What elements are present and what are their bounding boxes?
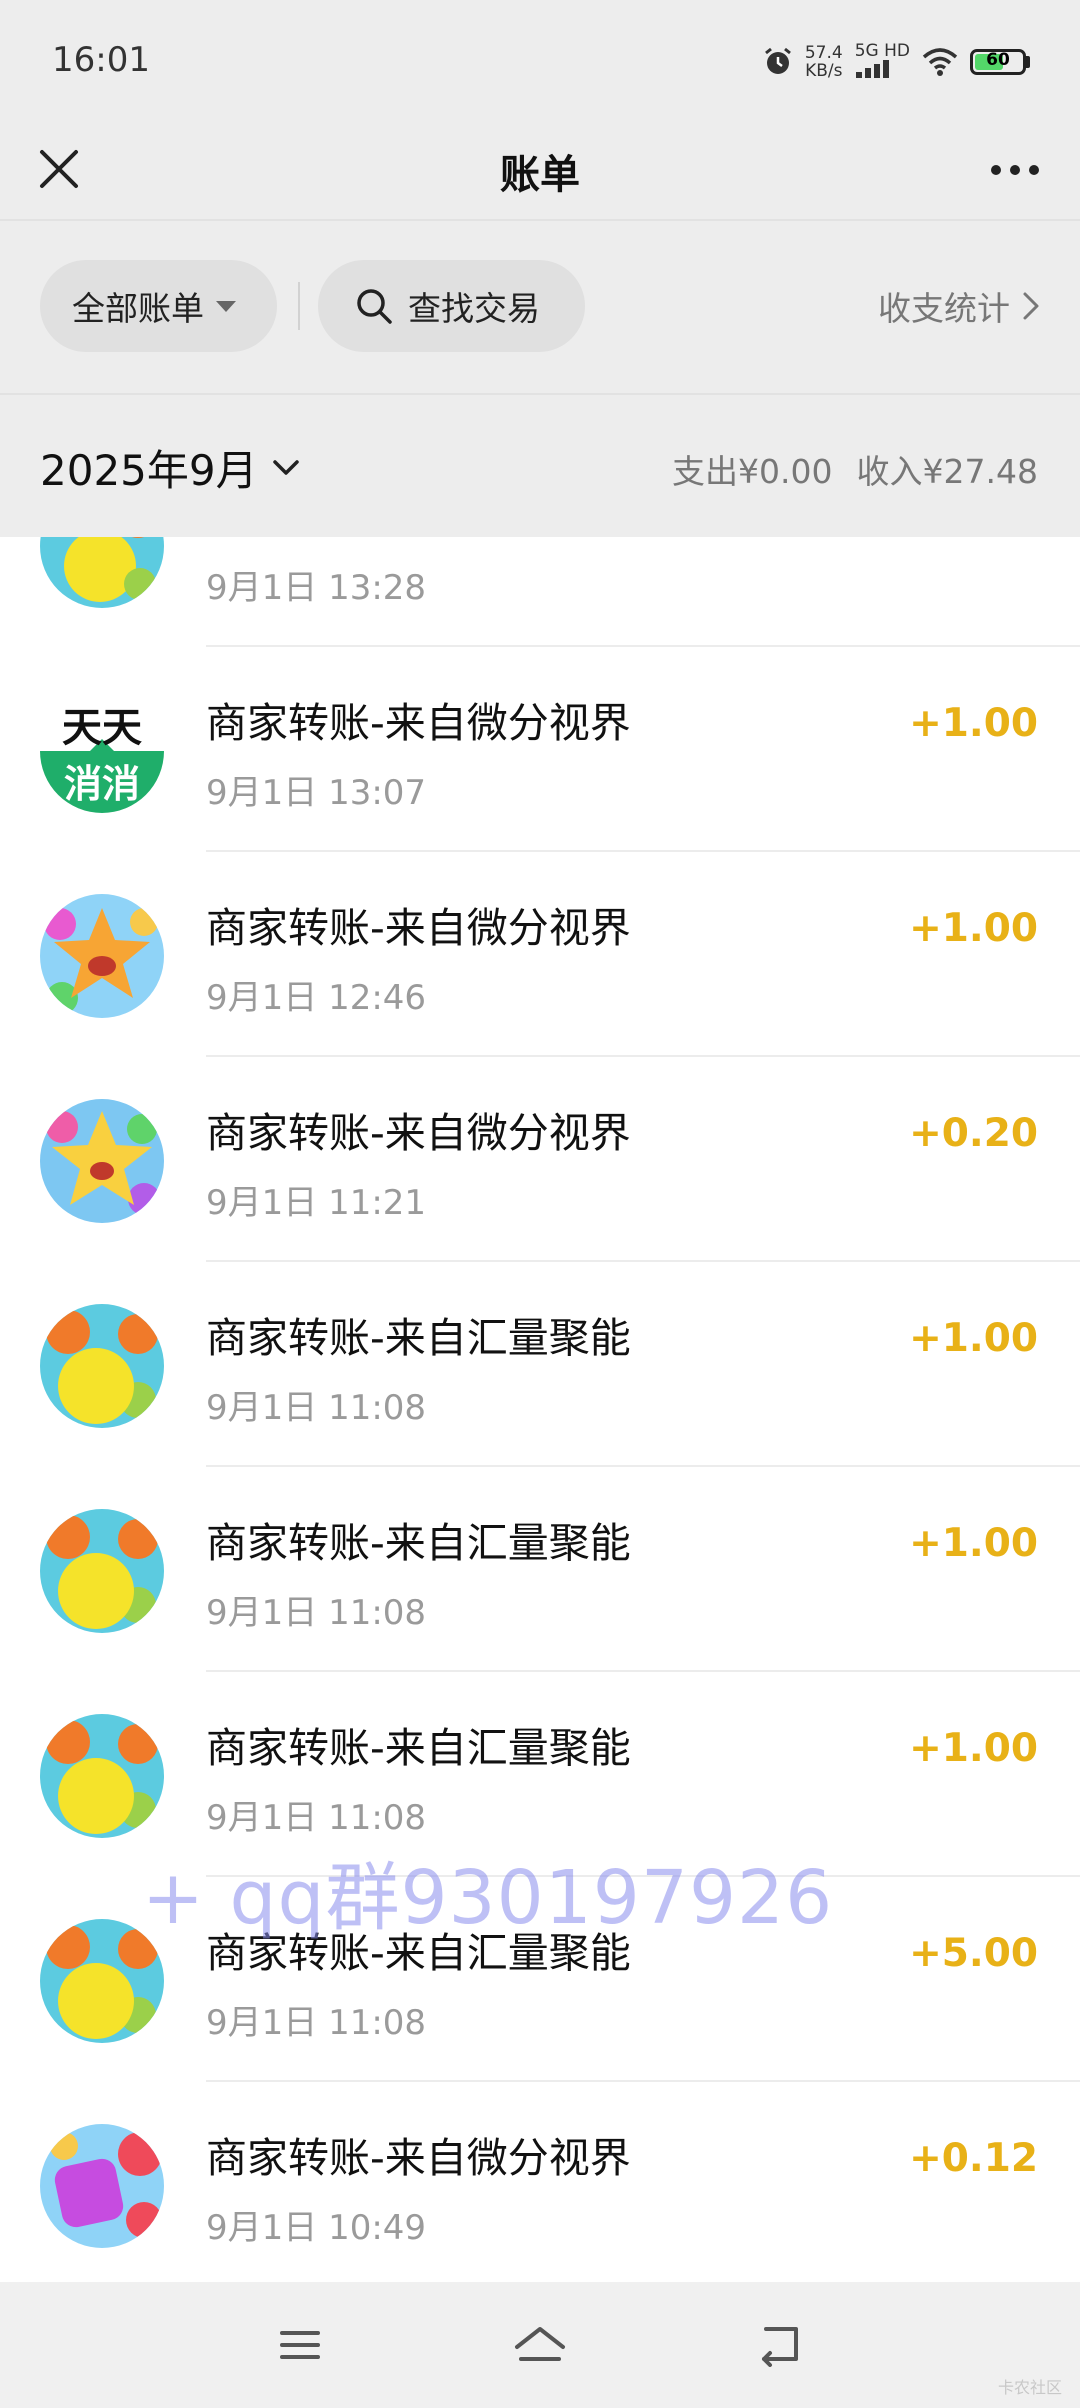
transaction-amount: +0.12 xyxy=(909,2136,1038,2181)
month-label: 2025年9月 xyxy=(40,446,258,495)
divider xyxy=(298,282,300,330)
wifi-icon xyxy=(922,48,958,76)
home-icon xyxy=(515,2327,565,2361)
transaction-title: 商家转账-来自汇量聚能 xyxy=(206,1724,631,1772)
transaction-row[interactable]: 商家转账-来自汇量聚能 9月1日 11:08 +1.00 xyxy=(0,1262,1080,1467)
battery-icon: 60 xyxy=(970,49,1030,75)
all-bills-filter-button[interactable]: 全部账单 xyxy=(40,260,277,352)
chevron-down-icon xyxy=(272,459,299,475)
transaction-time: 9月1日 11:21 xyxy=(206,1183,427,1223)
transaction-time: 9月1日 11:08 xyxy=(206,1388,427,1428)
status-bar: 16:01 57.4 KB/s 5G HD 60 xyxy=(0,0,1080,120)
transaction-time: 9月1日 11:08 xyxy=(206,1798,427,1838)
transaction-list: 9月1日 13:28 天天 消消 商家转账-来自微分视界 9月1日 13:07 … xyxy=(0,537,1080,2282)
transaction-row[interactable]: 商家转账-来自汇量聚能 9月1日 11:08 +1.00 xyxy=(0,1672,1080,1877)
star-character-icon xyxy=(40,894,164,1018)
search-icon xyxy=(357,289,392,324)
star-character-icon xyxy=(40,1099,164,1223)
transaction-title: 商家转账-来自微分视界 xyxy=(206,699,631,747)
all-bills-label: 全部账单 xyxy=(72,289,204,328)
transaction-amount: +1.00 xyxy=(909,906,1038,951)
transaction-title: 商家转账-来自微分视界 xyxy=(206,1109,631,1157)
transaction-row[interactable]: 天天 消消 商家转账-来自微分视界 9月1日 13:07 +1.00 xyxy=(0,647,1080,852)
status-time: 16:01 xyxy=(52,40,150,80)
network-speed: 57.4 KB/s xyxy=(804,43,843,81)
transaction-amount: +1.00 xyxy=(909,701,1038,746)
stats-label: 收支统计 xyxy=(878,289,1010,328)
transaction-time: 9月1日 11:08 xyxy=(206,2003,427,2043)
system-nav-bar: 卡农社区 xyxy=(0,2282,1080,2408)
transaction-amount: +5.00 xyxy=(909,1931,1038,1976)
candy-game-icon xyxy=(40,2124,164,2248)
transaction-row[interactable]: 商家转账-来自汇量聚能 9月1日 11:08 +5.00 xyxy=(0,1877,1080,2082)
nav-bar: 账单 xyxy=(0,120,1080,220)
transaction-row[interactable]: 商家转账-来自微分视界 9月1日 11:21 +0.20 xyxy=(0,1057,1080,1262)
fruit-game-icon xyxy=(40,1509,164,1633)
transaction-time: 9月1日 12:46 xyxy=(206,978,427,1018)
filter-bar: 全部账单 查找交易 收支统计 xyxy=(0,220,1080,395)
transaction-time: 9月1日 13:28 xyxy=(206,568,427,608)
month-selector[interactable]: 2025年9月 xyxy=(40,437,300,498)
transaction-row[interactable]: 商家转账-来自微分视界 9月1日 12:46 +1.00 xyxy=(0,852,1080,1057)
status-icons: 57.4 KB/s 5G HD 60 xyxy=(763,40,1030,84)
search-label: 查找交易 xyxy=(408,289,540,328)
transaction-amount: +1.00 xyxy=(909,1726,1038,1771)
page-title: 账单 xyxy=(500,152,580,198)
stats-link[interactable]: 收支统计 xyxy=(878,282,1040,330)
transaction-time: 9月1日 10:49 xyxy=(206,2208,427,2248)
battery-level: 60 xyxy=(986,50,1010,70)
month-bar: 2025年9月 支出¥0.00 收入¥27.48 xyxy=(0,395,1080,537)
signal-icon xyxy=(855,60,889,78)
fruit-game-icon xyxy=(40,1714,164,1838)
transaction-title: 商家转账-来自汇量聚能 xyxy=(206,1929,631,1977)
back-button[interactable] xyxy=(745,2310,815,2380)
fruit-game-icon xyxy=(40,537,164,608)
transaction-row[interactable]: 9月1日 13:28 xyxy=(0,537,1080,647)
income-total: 收入¥27.48 xyxy=(856,452,1038,491)
search-transactions-button[interactable]: 查找交易 xyxy=(318,260,585,352)
transaction-amount: +1.00 xyxy=(909,1521,1038,1566)
transaction-amount: +1.00 xyxy=(909,1316,1038,1361)
more-icon[interactable] xyxy=(980,140,1050,200)
network-type: 5G HD xyxy=(855,42,910,82)
transaction-title: 商家转账-来自汇量聚能 xyxy=(206,1314,631,1362)
fruit-game-icon xyxy=(40,1304,164,1428)
transaction-time: 9月1日 13:07 xyxy=(206,773,427,813)
tiantian-xiaoxiao-logo: 天天 消消 xyxy=(40,689,164,813)
transaction-time: 9月1日 11:08 xyxy=(206,1593,427,1633)
alarm-icon xyxy=(764,47,791,74)
menu-button[interactable] xyxy=(265,2310,335,2380)
menu-icon xyxy=(280,2331,320,2359)
transaction-row[interactable]: 商家转账-来自微分视界 9月1日 10:49 +0.12 xyxy=(0,2082,1080,2282)
fruit-game-icon xyxy=(40,1919,164,2043)
transaction-title: 商家转账-来自微分视界 xyxy=(206,904,631,952)
chevron-right-icon xyxy=(1023,292,1039,320)
logo-text-top: 天天 xyxy=(62,705,142,751)
transaction-title: 商家转账-来自微分视界 xyxy=(206,2134,631,2182)
home-button[interactable] xyxy=(505,2310,575,2380)
month-totals: 支出¥0.00 收入¥27.48 xyxy=(672,445,1038,493)
caret-down-icon xyxy=(216,300,236,312)
transaction-title: 商家转账-来自汇量聚能 xyxy=(206,1519,631,1567)
expense-total: 支出¥0.00 xyxy=(672,452,833,491)
back-icon xyxy=(762,2327,798,2367)
transaction-amount: +0.20 xyxy=(909,1111,1038,1156)
logo-text-bottom: 消消 xyxy=(64,762,140,806)
corner-watermark: 卡农社区 xyxy=(997,2378,1062,2397)
close-icon[interactable] xyxy=(30,140,90,200)
transaction-row[interactable]: 商家转账-来自汇量聚能 9月1日 11:08 +1.00 xyxy=(0,1467,1080,1672)
